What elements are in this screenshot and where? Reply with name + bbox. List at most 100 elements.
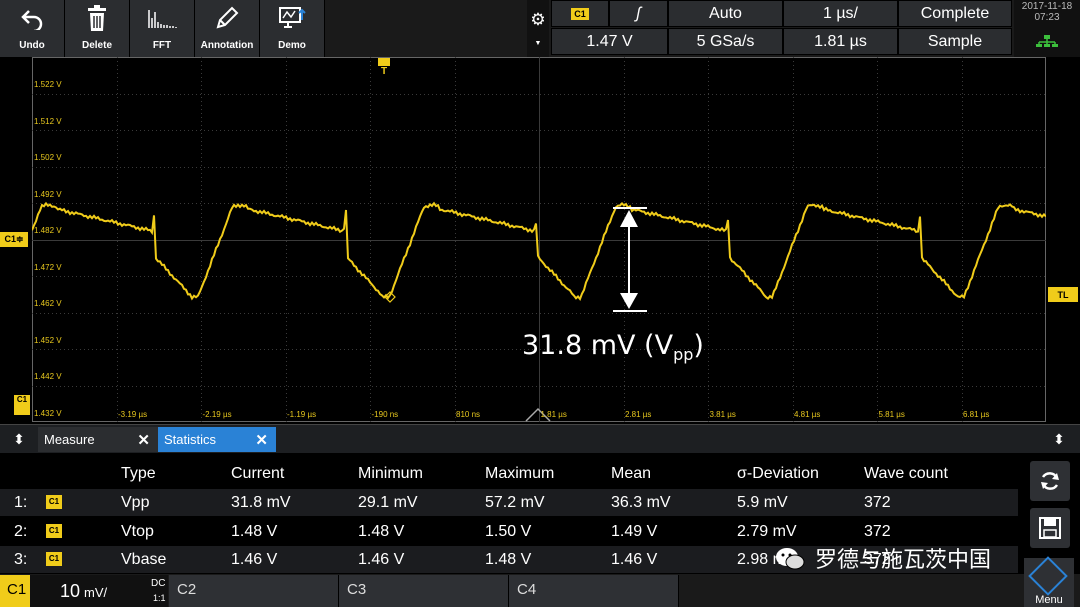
- trigger-mode: Auto: [709, 4, 742, 22]
- trigger-slope-cell[interactable]: ʃ: [609, 0, 668, 27]
- time-axis-label: -190 ns: [371, 410, 399, 419]
- channel-c2-button[interactable]: C2: [169, 575, 339, 607]
- undo-label: Undo: [19, 40, 45, 51]
- row-maximum: 57.2 mV: [485, 494, 545, 511]
- save-button[interactable]: [1030, 508, 1070, 548]
- close-icon[interactable]: ✕: [137, 431, 150, 449]
- channel-chip: C1: [571, 7, 589, 20]
- acq-mode-cell[interactable]: Sample: [898, 28, 1012, 55]
- pencil-icon: [195, 4, 259, 32]
- rs-logo-icon: [1028, 556, 1068, 596]
- menu-label: Menu: [1035, 594, 1063, 606]
- voltage-axis-label: 1.512 V: [34, 116, 62, 126]
- fft-button[interactable]: FFT: [130, 0, 195, 57]
- col-maximum: Maximum: [485, 465, 555, 482]
- graticule: [32, 57, 1046, 422]
- row-current: 1.48 V: [231, 523, 278, 540]
- fft-label: FFT: [152, 40, 172, 51]
- channel-c4-label: C4: [517, 581, 537, 598]
- reset-statistics-button[interactable]: [1030, 461, 1070, 501]
- row-type: Vtop: [121, 523, 154, 540]
- acq-state-cell[interactable]: Complete: [898, 0, 1012, 27]
- row-maximum: 1.48 V: [485, 551, 532, 568]
- trigger-position-marker[interactable]: T: [377, 58, 391, 80]
- refresh-icon: [1041, 472, 1059, 490]
- expand-panel-button[interactable]: ⬍: [6, 427, 32, 452]
- settings-button[interactable]: ⚙ ▼: [527, 0, 549, 57]
- channel-c1-settings[interactable]: 10 mV/ DC 1:1: [30, 575, 168, 607]
- row-count: 372: [864, 494, 891, 511]
- channel-scale: 10: [60, 581, 81, 601]
- row-mean: 1.46 V: [611, 551, 658, 568]
- channel-chip: C1: [46, 524, 62, 538]
- trigger-source-cell[interactable]: C1: [551, 0, 609, 27]
- floppy-disk-icon: [1039, 517, 1061, 539]
- collapse-panel-button[interactable]: ⬍: [1046, 427, 1072, 452]
- datetime: 2017-11-18 07:23: [1014, 0, 1080, 57]
- trigger-slope-icon: ʃ: [636, 4, 641, 22]
- channel-probe-ratio: 1:1: [153, 593, 166, 603]
- voltage-axis-label: 1.462 V: [34, 299, 62, 308]
- timebase-cell[interactable]: 1 µs/: [783, 0, 898, 27]
- tab-statistics-label: Statistics: [164, 432, 217, 447]
- gear-icon: ⚙: [530, 10, 546, 29]
- tab-measure[interactable]: Measure ✕: [38, 427, 158, 452]
- table-row[interactable]: 1: C1 Vpp 31.8 mV 29.1 mV 57.2 mV 36.3 m…: [0, 489, 1018, 516]
- vpp-annotation: [613, 207, 647, 312]
- col-current: Current: [231, 465, 285, 482]
- watermark-text: 罗德与施瓦茨中国: [815, 548, 992, 573]
- waveform-display[interactable]: [32, 57, 1046, 422]
- position-cell[interactable]: 1.81 µs: [783, 28, 898, 55]
- acq-state: Complete: [920, 4, 990, 22]
- row-minimum: 29.1 mV: [358, 494, 418, 511]
- undo-icon: [0, 4, 64, 32]
- trigger-flag-icon: [378, 58, 390, 66]
- vpp-measurement-label: 31.8 mV (Vpp): [522, 330, 704, 364]
- voltage-axis-label: 1.482 V: [34, 226, 62, 235]
- channel-bottom-marker[interactable]: C1: [14, 395, 30, 415]
- time-axis-label: -3.19 µs: [118, 410, 148, 419]
- voltage-axis-label: 1.522 V: [34, 80, 62, 89]
- row-maximum: 1.50 V: [485, 523, 532, 540]
- annotation-label: Annotation: [200, 40, 254, 51]
- up-down-icon: ⬍: [1053, 431, 1065, 447]
- menu-button[interactable]: Menu: [1024, 556, 1074, 607]
- channel-c3-label: C3: [347, 581, 367, 598]
- annotation-button[interactable]: Annotation: [195, 0, 260, 57]
- channel-bar: C1 10 mV/ DC 1:1 C2 C3 C4: [0, 574, 1080, 607]
- close-icon[interactable]: ✕: [255, 431, 268, 449]
- trigger-level-cell[interactable]: 1.47 V: [551, 28, 668, 55]
- top-toolbar: Undo Delete FFT Annotation Demo ⚙ ▼ C1 ʃ…: [0, 0, 1080, 57]
- sample-rate-cell[interactable]: 5 GSa/s: [668, 28, 783, 55]
- row-current: 1.46 V: [231, 551, 278, 568]
- voltage-axis-label: 1.432 V: [34, 408, 62, 418]
- channel-c3-button[interactable]: C3: [339, 575, 509, 607]
- voltage-axis-label: 1.502 V: [34, 153, 62, 162]
- demo-icon: [260, 4, 324, 32]
- row-index: 1:: [14, 494, 28, 511]
- row-type: Vbase: [121, 551, 167, 568]
- col-type: Type: [121, 465, 156, 482]
- tab-measure-label: Measure: [44, 432, 95, 447]
- voltage-axis-label: 1.492 V: [34, 189, 62, 199]
- channel-c1-button[interactable]: C1: [0, 575, 31, 607]
- sample-rate: 5 GSa/s: [696, 32, 755, 50]
- acq-mode: Sample: [927, 32, 983, 50]
- voltage-axis-label: 1.442 V: [34, 372, 62, 381]
- row-sigma: 2.79 mV: [737, 523, 797, 540]
- row-minimum: 1.48 V: [358, 523, 405, 540]
- time: 07:23: [1034, 12, 1060, 23]
- table-row[interactable]: 2: C1 Vtop 1.48 V 1.48 V 1.50 V 1.49 V 2…: [0, 518, 1018, 545]
- tab-statistics[interactable]: Statistics ✕: [158, 427, 276, 452]
- col-minimum: Minimum: [358, 465, 423, 482]
- demo-button[interactable]: Demo: [260, 0, 325, 57]
- vpp-subscript: pp: [673, 345, 694, 364]
- channel-offset-marker[interactable]: C1≑: [0, 232, 28, 247]
- time-axis-label: 4.81 µs: [794, 410, 821, 419]
- undo-button[interactable]: Undo: [0, 0, 65, 57]
- channel-c4-button[interactable]: C4: [509, 575, 679, 607]
- trigger-level-marker[interactable]: TL: [1048, 287, 1078, 302]
- trigger-mode-cell[interactable]: Auto: [668, 0, 783, 27]
- col-mean: Mean: [611, 465, 652, 482]
- delete-button[interactable]: Delete: [65, 0, 130, 57]
